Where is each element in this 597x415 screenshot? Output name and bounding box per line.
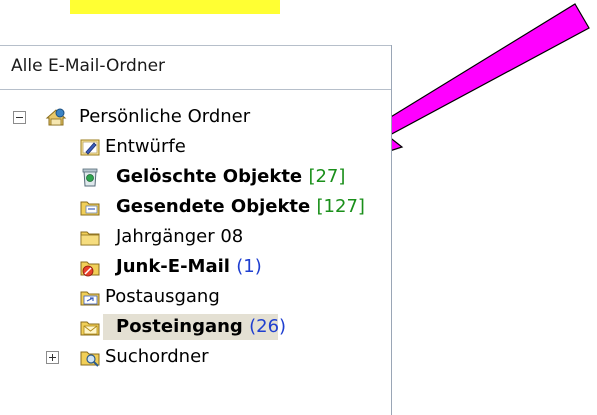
personal-folders-icon [45, 108, 67, 126]
deleted-items-icon [82, 168, 98, 187]
drafts-icon [80, 139, 100, 156]
unread-count-badge: (1) [236, 256, 262, 277]
unread-count-badge: [127] [316, 196, 365, 217]
tree-item-label: Postausgang [105, 286, 220, 307]
mail-folder-pane: Alle E-Mail-Ordner Persönliche Ordner En… [0, 45, 392, 415]
tree-item-label: Posteingang [116, 316, 243, 337]
search-folders-icon [80, 351, 100, 367]
pane-header: Alle E-Mail-Ordner [0, 45, 391, 90]
unread-count-badge: (26) [249, 316, 287, 337]
tree-item-label: Persönliche Ordner [79, 106, 251, 127]
outbox-icon [80, 291, 100, 306]
folder-icon [80, 231, 100, 246]
tree-item-label: Gesendete Objekte [116, 196, 311, 217]
pane-title: Alle E-Mail-Ordner [11, 56, 166, 76]
tree-item-label: Jahrgänger 08 [116, 226, 244, 247]
expand-toggle-icon[interactable] [46, 351, 59, 364]
sent-items-icon [80, 201, 100, 216]
tree-item-label: Gelöschte Objekte [116, 166, 303, 187]
unread-count-badge: [27] [308, 166, 346, 187]
tree-item-label: Entwürfe [105, 136, 186, 157]
inbox-icon [80, 321, 100, 336]
tree-item-label: Suchordner [105, 346, 209, 367]
collapse-toggle-icon[interactable] [13, 111, 26, 124]
tree-item-label: Junk-E-Mail [116, 256, 230, 277]
junk-mail-icon [80, 261, 100, 277]
